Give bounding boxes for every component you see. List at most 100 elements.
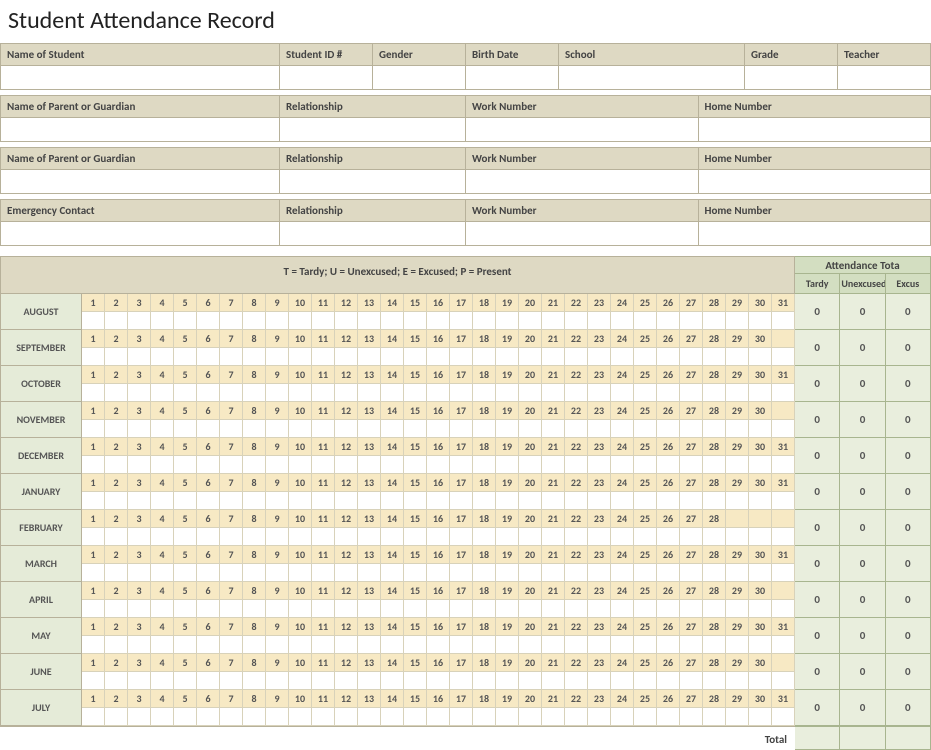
attendance-cell[interactable] (772, 456, 795, 474)
attendance-cell[interactable] (565, 492, 588, 510)
attendance-cell[interactable] (519, 636, 542, 654)
attendance-cell[interactable] (358, 672, 381, 690)
attendance-cell[interactable] (197, 528, 220, 546)
attendance-cell[interactable] (358, 708, 381, 726)
attendance-cell[interactable] (197, 348, 220, 366)
attendance-cell[interactable] (703, 672, 726, 690)
attendance-cell[interactable] (220, 420, 243, 438)
attendance-cell[interactable] (496, 348, 519, 366)
attendance-cell[interactable] (450, 348, 473, 366)
attendance-cell[interactable] (680, 672, 703, 690)
attendance-cell[interactable] (151, 528, 174, 546)
attendance-cell[interactable] (657, 708, 680, 726)
attendance-cell[interactable] (358, 564, 381, 582)
attendance-cell[interactable] (496, 564, 519, 582)
attendance-cell[interactable] (657, 600, 680, 618)
attendance-cell[interactable] (289, 528, 312, 546)
attendance-cell[interactable] (565, 384, 588, 402)
attendance-cell[interactable] (450, 528, 473, 546)
attendance-cell[interactable] (105, 528, 128, 546)
attendance-cell[interactable] (749, 708, 772, 726)
attendance-cell[interactable] (243, 636, 266, 654)
attendance-cell[interactable] (381, 564, 404, 582)
attendance-cell[interactable] (519, 708, 542, 726)
attendance-cell[interactable] (657, 636, 680, 654)
attendance-cell[interactable] (634, 708, 657, 726)
field-input[interactable] (466, 118, 699, 142)
field-input[interactable] (280, 170, 466, 194)
attendance-cell[interactable] (82, 420, 105, 438)
attendance-cell[interactable] (220, 456, 243, 474)
attendance-cell[interactable] (726, 456, 749, 474)
attendance-cell[interactable] (519, 492, 542, 510)
attendance-cell[interactable] (151, 456, 174, 474)
attendance-cell[interactable] (266, 528, 289, 546)
attendance-cell[interactable] (611, 348, 634, 366)
attendance-cell[interactable] (381, 492, 404, 510)
attendance-cell[interactable] (749, 456, 772, 474)
attendance-cell[interactable] (105, 348, 128, 366)
attendance-cell[interactable] (588, 528, 611, 546)
attendance-cell[interactable] (565, 636, 588, 654)
attendance-cell[interactable] (772, 492, 795, 510)
attendance-cell[interactable] (450, 636, 473, 654)
attendance-cell[interactable] (473, 420, 496, 438)
attendance-cell[interactable] (634, 564, 657, 582)
attendance-cell[interactable] (151, 600, 174, 618)
attendance-cell[interactable] (82, 600, 105, 618)
attendance-cell[interactable] (381, 528, 404, 546)
attendance-cell[interactable] (128, 492, 151, 510)
attendance-cell[interactable] (105, 672, 128, 690)
attendance-cell[interactable] (680, 528, 703, 546)
attendance-cell[interactable] (404, 384, 427, 402)
attendance-cell[interactable] (82, 636, 105, 654)
attendance-cell[interactable] (657, 672, 680, 690)
attendance-cell[interactable] (634, 456, 657, 474)
attendance-cell[interactable] (220, 672, 243, 690)
attendance-cell[interactable] (197, 492, 220, 510)
attendance-cell[interactable] (312, 348, 335, 366)
attendance-cell[interactable] (657, 564, 680, 582)
attendance-cell[interactable] (427, 672, 450, 690)
attendance-cell[interactable] (657, 420, 680, 438)
attendance-cell[interactable] (174, 636, 197, 654)
attendance-cell[interactable] (266, 420, 289, 438)
attendance-cell[interactable] (588, 348, 611, 366)
field-input[interactable] (280, 118, 466, 142)
field-input[interactable] (1, 170, 280, 194)
attendance-cell[interactable] (680, 600, 703, 618)
attendance-cell[interactable] (220, 708, 243, 726)
attendance-cell[interactable] (151, 672, 174, 690)
attendance-cell[interactable] (427, 564, 450, 582)
attendance-cell[interactable] (703, 492, 726, 510)
attendance-cell[interactable] (588, 312, 611, 330)
attendance-cell[interactable] (174, 420, 197, 438)
attendance-cell[interactable] (657, 456, 680, 474)
attendance-cell[interactable] (266, 564, 289, 582)
attendance-cell[interactable] (565, 312, 588, 330)
attendance-cell[interactable] (289, 420, 312, 438)
attendance-cell[interactable] (657, 528, 680, 546)
attendance-cell[interactable] (450, 456, 473, 474)
attendance-cell[interactable] (266, 636, 289, 654)
attendance-cell[interactable] (542, 492, 565, 510)
attendance-cell[interactable] (82, 456, 105, 474)
attendance-cell[interactable] (82, 564, 105, 582)
attendance-cell[interactable] (450, 564, 473, 582)
attendance-cell[interactable] (335, 528, 358, 546)
attendance-cell[interactable] (335, 312, 358, 330)
attendance-cell[interactable] (726, 348, 749, 366)
attendance-cell[interactable] (174, 456, 197, 474)
attendance-cell[interactable] (726, 672, 749, 690)
attendance-cell[interactable] (473, 636, 496, 654)
attendance-cell[interactable] (151, 312, 174, 330)
attendance-cell[interactable] (542, 348, 565, 366)
field-input[interactable] (1, 222, 280, 246)
attendance-cell[interactable] (726, 492, 749, 510)
attendance-cell[interactable] (496, 528, 519, 546)
attendance-cell[interactable] (634, 492, 657, 510)
attendance-cell[interactable] (749, 492, 772, 510)
attendance-cell[interactable] (220, 636, 243, 654)
attendance-cell[interactable] (611, 384, 634, 402)
attendance-cell[interactable] (243, 672, 266, 690)
